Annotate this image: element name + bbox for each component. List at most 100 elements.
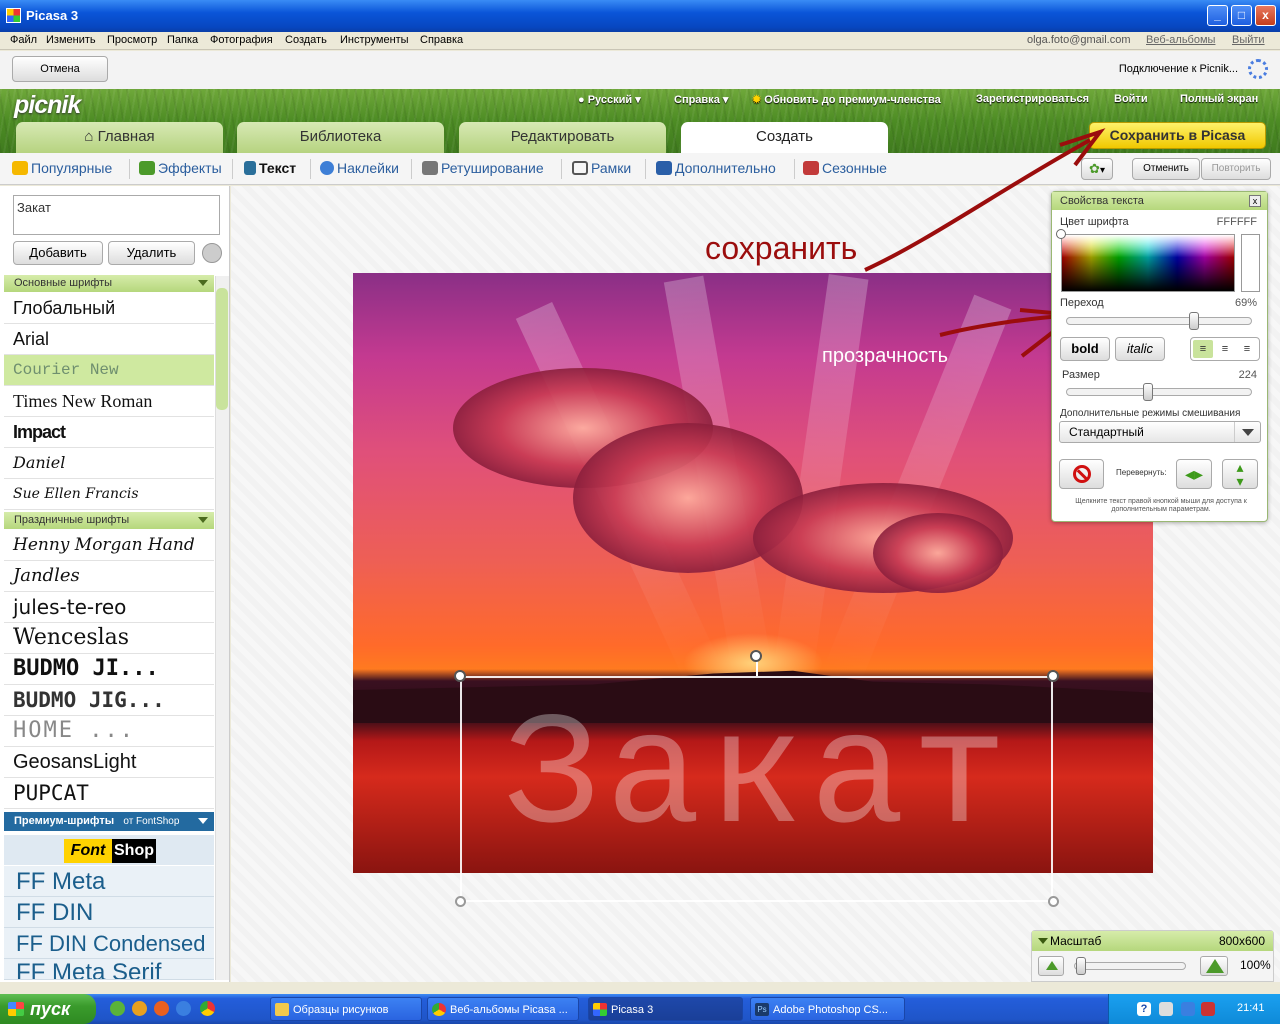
help-menu[interactable]: Справка ▾ (674, 93, 728, 106)
language-select[interactable]: ● Русский ▾ (578, 93, 641, 106)
login-link[interactable]: Войти (1114, 93, 1148, 105)
menu-tools[interactable]: Инструменты (340, 34, 409, 46)
font-item[interactable]: BUDMO JI... (4, 654, 214, 685)
minimize-button[interactable]: _ (1207, 5, 1228, 26)
user-icon[interactable] (202, 243, 222, 263)
tab-create[interactable]: Создать (681, 122, 888, 153)
size-slider-knob[interactable] (1143, 383, 1153, 401)
subnav-seasonal[interactable]: Сезонные (803, 160, 887, 176)
font-item[interactable]: Impact (4, 417, 214, 448)
flip-vertical-button[interactable]: ▴ ▾ (1222, 459, 1258, 489)
align-left-icon[interactable]: ≡ (1193, 340, 1213, 358)
size-slider-track[interactable] (1066, 388, 1252, 396)
premium-font-item[interactable]: FF DIN Condensed (4, 928, 214, 959)
text-selection-frame[interactable]: Закат (460, 676, 1053, 902)
redo-button[interactable]: Повторить (1201, 158, 1271, 180)
tray-icon[interactable] (1159, 1002, 1173, 1016)
overlay-text[interactable]: Закат (462, 700, 1055, 860)
upgrade-premium-link[interactable]: ✹ Обновить до премиум-членства (752, 93, 941, 106)
subnav-more[interactable]: Дополнительно (656, 160, 776, 176)
tab-edit[interactable]: Редактировать (459, 122, 666, 153)
menu-folder[interactable]: Папка (167, 34, 198, 46)
ie-icon[interactable] (176, 1001, 191, 1016)
fullscreen-link[interactable]: Полный экран (1180, 93, 1258, 105)
task-sample-pictures[interactable]: Образцы рисунков (270, 997, 422, 1021)
color-picker-cursor[interactable] (1056, 229, 1066, 239)
window-titlebar[interactable]: Picasa 3 _ □ x (0, 0, 1280, 32)
font-item[interactable]: Daniel (4, 448, 214, 479)
quicklaunch-icon[interactable] (132, 1001, 147, 1016)
subnav-popular[interactable]: Популярные (12, 160, 112, 176)
network-icon[interactable] (1181, 1002, 1195, 1016)
subnav-effects[interactable]: Эффекты (139, 160, 222, 176)
remove-text-button[interactable]: Удалить (108, 241, 195, 265)
maximize-button[interactable]: □ (1231, 5, 1252, 26)
font-item[interactable]: Arial (4, 324, 214, 355)
font-item[interactable]: PUPCAT (4, 778, 214, 809)
premium-fonts-header[interactable]: Премиум-шрифты от FontShop (4, 812, 214, 831)
close-window-button[interactable]: x (1255, 5, 1276, 26)
zoom-slider-track[interactable] (1074, 962, 1186, 970)
task-picasa[interactable]: Picasa 3 (588, 997, 743, 1021)
zoom-header[interactable]: Масштаб 800x600 (1032, 931, 1273, 951)
font-list-scroll-thumb[interactable] (216, 288, 228, 410)
resize-handle[interactable] (1048, 896, 1059, 907)
antivirus-icon[interactable] (1201, 1002, 1215, 1016)
basic-fonts-header[interactable]: Основные шрифты (4, 275, 214, 292)
zoom-in-button[interactable] (1200, 956, 1228, 976)
font-item-selected[interactable]: Courier New (4, 355, 214, 386)
picnik-logo[interactable]: picnik (14, 91, 81, 120)
premium-font-item[interactable]: FF Meta Serif (4, 959, 214, 980)
bold-button[interactable]: bold (1060, 337, 1110, 361)
chrome-icon[interactable] (200, 1001, 215, 1016)
start-button[interactable]: пуск (0, 994, 96, 1024)
tab-home[interactable]: ⌂ Главная (16, 122, 223, 153)
add-text-button[interactable]: Добавить (13, 241, 103, 265)
font-item[interactable]: jules-te-reo (4, 592, 214, 623)
color-spectrum-picker[interactable] (1061, 234, 1235, 292)
fade-slider-knob[interactable] (1189, 312, 1200, 330)
subnav-text[interactable]: Текст (244, 160, 296, 176)
font-item[interactable]: HOME ... (4, 716, 214, 747)
premium-font-item[interactable]: FF Meta (4, 866, 214, 897)
menu-view[interactable]: Просмотр (107, 34, 157, 46)
italic-button[interactable]: italic (1115, 337, 1165, 361)
holiday-fonts-header[interactable]: Праздничные шрифты (4, 512, 214, 529)
menu-help[interactable]: Справка (420, 34, 463, 46)
zoom-slider-knob[interactable] (1076, 957, 1086, 975)
task-photoshop[interactable]: Ps Adobe Photoshop CS... (750, 997, 905, 1021)
font-item[interactable]: Глобальный (4, 293, 214, 324)
menu-edit[interactable]: Изменить (46, 34, 96, 46)
font-item[interactable]: Wenceslas (4, 623, 214, 654)
font-item[interactable]: GeosansLight (4, 747, 214, 778)
align-center-icon[interactable]: ≡ (1215, 340, 1235, 358)
task-web-albums[interactable]: Веб-альбомы Picasa ... (427, 997, 579, 1021)
text-input[interactable]: Закат (13, 195, 220, 235)
font-item[interactable]: Sue Ellen Francis (4, 479, 214, 510)
zoom-out-button[interactable] (1038, 956, 1064, 976)
menu-photo[interactable]: Фотография (210, 34, 273, 46)
subnav-stickers[interactable]: Наклейки (320, 160, 399, 176)
subnav-frames[interactable]: Рамки (572, 160, 631, 176)
menu-file[interactable]: Файл (10, 34, 37, 46)
logout-link[interactable]: Выйти (1232, 34, 1265, 46)
color-swatch[interactable] (1241, 234, 1260, 292)
font-item[interactable]: Times New Roman (4, 386, 214, 417)
undo-button[interactable]: Отменить (1132, 158, 1200, 180)
subnav-retouch[interactable]: Ретуширование (422, 160, 544, 176)
cancel-button[interactable]: Отмена (12, 56, 108, 82)
register-link[interactable]: Зарегистрироваться (976, 93, 1089, 105)
rotate-handle[interactable] (750, 650, 762, 662)
firefox-icon[interactable] (154, 1001, 169, 1016)
fade-slider-track[interactable] (1066, 317, 1252, 325)
menu-create[interactable]: Создать (285, 34, 327, 46)
font-item[interactable]: Jandles (4, 561, 214, 592)
resize-handle[interactable] (454, 670, 466, 682)
help-icon[interactable]: ? (1137, 1002, 1151, 1016)
web-albums-link[interactable]: Веб-альбомы (1146, 34, 1215, 46)
premium-font-item[interactable]: FF DIN (4, 897, 214, 928)
settings-dropdown[interactable]: ✿▾ (1081, 158, 1113, 180)
tab-library[interactable]: Библиотека (237, 122, 444, 153)
font-item[interactable]: BUDMO JIG... (4, 685, 214, 716)
resize-handle[interactable] (1047, 670, 1059, 682)
